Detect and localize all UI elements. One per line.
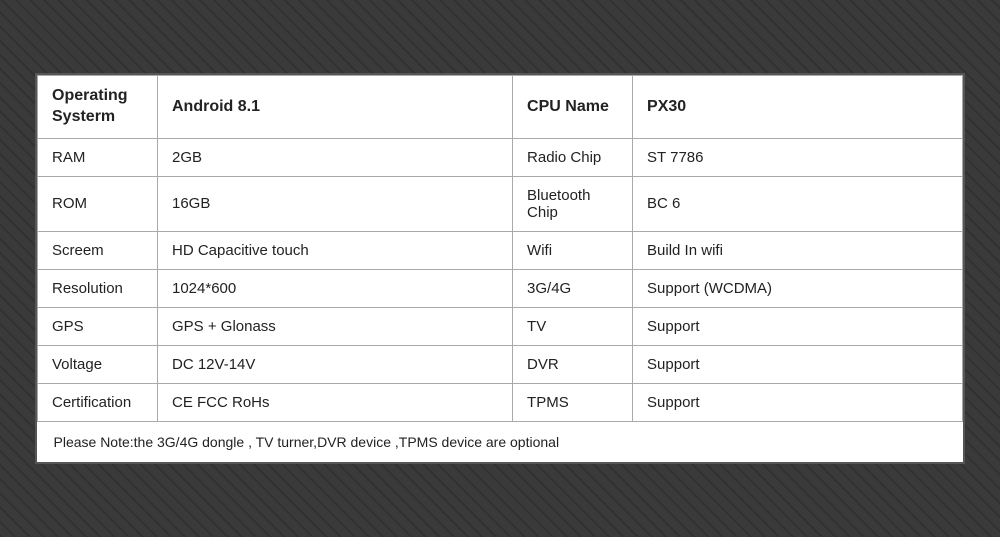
table-row: ROM16GBBluetooth ChipBC 6: [38, 176, 963, 231]
right-label: Bluetooth Chip: [513, 176, 633, 231]
right-value: Build In wifi: [633, 231, 963, 269]
table-row: CertificationCE FCC RoHsTPMSSupport: [38, 383, 963, 421]
right-value: PX30: [633, 76, 963, 139]
note-row: Please Note:the 3G/4G dongle , TV turner…: [38, 421, 963, 462]
left-value: HD Capacitive touch: [158, 231, 513, 269]
table-row: VoltageDC 12V-14VDVRSupport: [38, 345, 963, 383]
left-label: Screem: [38, 231, 158, 269]
right-label: Radio Chip: [513, 138, 633, 176]
left-value: 2GB: [158, 138, 513, 176]
right-label: TV: [513, 307, 633, 345]
left-label: OperatingSysterm: [38, 76, 158, 139]
right-value: Support (WCDMA): [633, 269, 963, 307]
left-label: RAM: [38, 138, 158, 176]
left-label: Voltage: [38, 345, 158, 383]
table-row: GPSGPS + GlonassTVSupport: [38, 307, 963, 345]
right-label: DVR: [513, 345, 633, 383]
table-row: Resolution1024*6003G/4GSupport (WCDMA): [38, 269, 963, 307]
right-value: Support: [633, 345, 963, 383]
left-label: GPS: [38, 307, 158, 345]
table-row: OperatingSystermAndroid 8.1CPU NamePX30: [38, 76, 963, 139]
left-label: Resolution: [38, 269, 158, 307]
left-value: 1024*600: [158, 269, 513, 307]
right-label: Wifi: [513, 231, 633, 269]
right-value: Support: [633, 383, 963, 421]
left-value: 16GB: [158, 176, 513, 231]
spec-table: OperatingSystermAndroid 8.1CPU NamePX30R…: [37, 75, 963, 462]
right-value: Support: [633, 307, 963, 345]
right-label: TPMS: [513, 383, 633, 421]
table-row: RAM2GBRadio ChipST 7786: [38, 138, 963, 176]
right-value: ST 7786: [633, 138, 963, 176]
left-label: ROM: [38, 176, 158, 231]
note-text: Please Note:the 3G/4G dongle , TV turner…: [38, 421, 963, 462]
right-value: BC 6: [633, 176, 963, 231]
left-label: Certification: [38, 383, 158, 421]
table-row: ScreemHD Capacitive touchWifiBuild In wi…: [38, 231, 963, 269]
right-label: CPU Name: [513, 76, 633, 139]
spec-container: OperatingSystermAndroid 8.1CPU NamePX30R…: [35, 73, 965, 464]
left-value: DC 12V-14V: [158, 345, 513, 383]
right-label: 3G/4G: [513, 269, 633, 307]
left-value: Android 8.1: [158, 76, 513, 139]
left-value: GPS + Glonass: [158, 307, 513, 345]
left-value: CE FCC RoHs: [158, 383, 513, 421]
